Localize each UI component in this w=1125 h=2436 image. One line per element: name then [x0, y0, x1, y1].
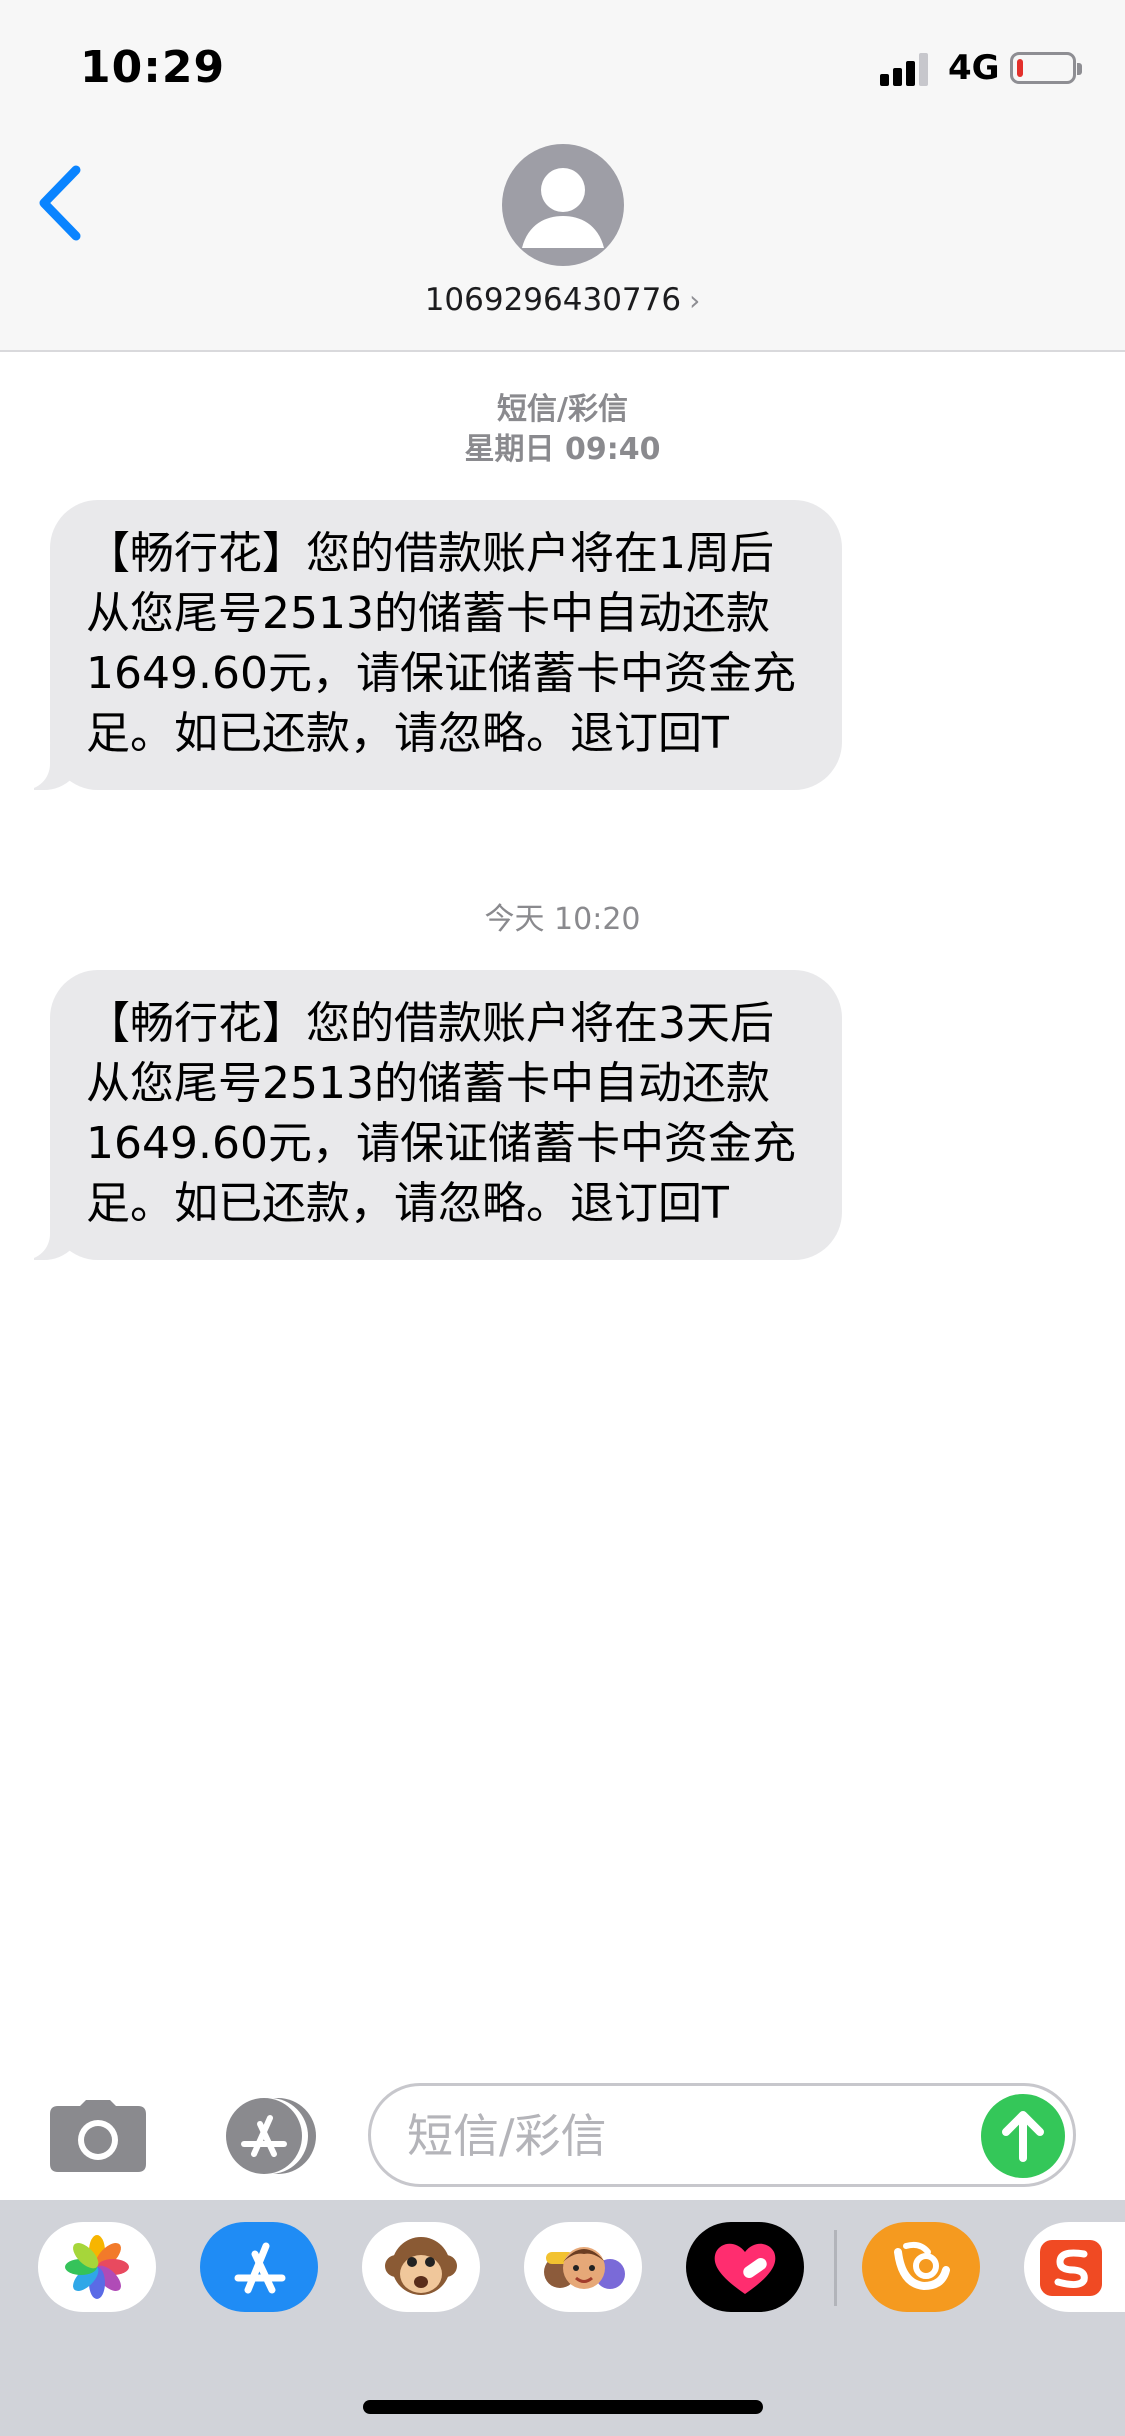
uc-browser-icon — [894, 2241, 950, 2291]
app-store-icon — [234, 2242, 286, 2294]
message-text: 【畅行花】您的借款账户将在1周后从您尾号2513的储蓄卡中自动还款1649.60… — [86, 528, 796, 759]
sogou-icon — [1040, 2240, 1102, 2296]
photos-icon — [65, 2235, 129, 2299]
message-date: 今天 10:20 — [484, 902, 641, 937]
back-button[interactable] — [30, 158, 100, 248]
home-indicator — [363, 2400, 763, 2414]
person-silhouette-icon — [522, 168, 604, 248]
compose-bar — [0, 2070, 1125, 2200]
imessage-app-drawer — [0, 2200, 1125, 2436]
incoming-message-bubble[interactable]: 【畅行花】您的借款账户将在1周后从您尾号2513的储蓄卡中自动还款1649.60… — [16, 500, 842, 790]
contact-number: 1069296430776 — [424, 282, 682, 318]
message-timestamp: 短信/彩信 星期日 09:40 — [0, 390, 1125, 470]
app-photos[interactable] — [38, 2222, 156, 2312]
app-digital-touch[interactable] — [686, 2222, 804, 2312]
network-type: 4G — [948, 48, 1000, 88]
contact-avatar[interactable] — [502, 144, 624, 266]
camera-icon — [50, 2100, 146, 2172]
app-memoji-stickers[interactable] — [524, 2222, 642, 2312]
monkey-animoji-icon — [385, 2237, 457, 2295]
battery-icon — [1010, 52, 1082, 84]
chevron-left-icon — [39, 165, 81, 241]
app-drawer-divider — [834, 2230, 837, 2306]
battery-level — [1017, 59, 1023, 77]
contact-details-chevron-icon: › — [689, 284, 701, 317]
memoji-icon — [544, 2247, 625, 2289]
contact-name-button[interactable]: 1069296430776 › — [0, 282, 1125, 318]
app-uc-browser[interactable] — [862, 2222, 980, 2312]
app-store-icon — [226, 2098, 316, 2174]
incoming-message-bubble[interactable]: 【畅行花】您的借款账户将在3天后从您尾号2513的储蓄卡中自动还款1649.60… — [16, 970, 842, 1260]
message-date: 星期日 09:40 — [464, 432, 661, 467]
message-input[interactable] — [407, 2106, 967, 2166]
status-time: 10:29 — [80, 42, 226, 93]
camera-button[interactable] — [50, 2100, 146, 2172]
app-animoji[interactable] — [362, 2222, 480, 2312]
message-timestamp: 今天 10:20 — [0, 900, 1125, 940]
app-sogou-keyboard[interactable] — [1024, 2222, 1125, 2312]
cellular-signal-icon — [880, 52, 932, 86]
status-bar: 10:29 4G — [0, 0, 1125, 130]
apps-button[interactable] — [208, 2096, 318, 2176]
conversation-header: 1069296430776 › — [0, 130, 1125, 352]
arrow-up-icon — [1002, 2111, 1044, 2162]
message-text: 【畅行花】您的借款账户将在3天后从您尾号2513的储蓄卡中自动还款1649.60… — [86, 998, 796, 1229]
message-service-label: 短信/彩信 — [497, 392, 628, 427]
send-button[interactable] — [981, 2094, 1065, 2178]
heart-touch-icon — [714, 2243, 776, 2294]
message-input-container — [368, 2083, 1076, 2187]
app-app-store[interactable] — [200, 2222, 318, 2312]
